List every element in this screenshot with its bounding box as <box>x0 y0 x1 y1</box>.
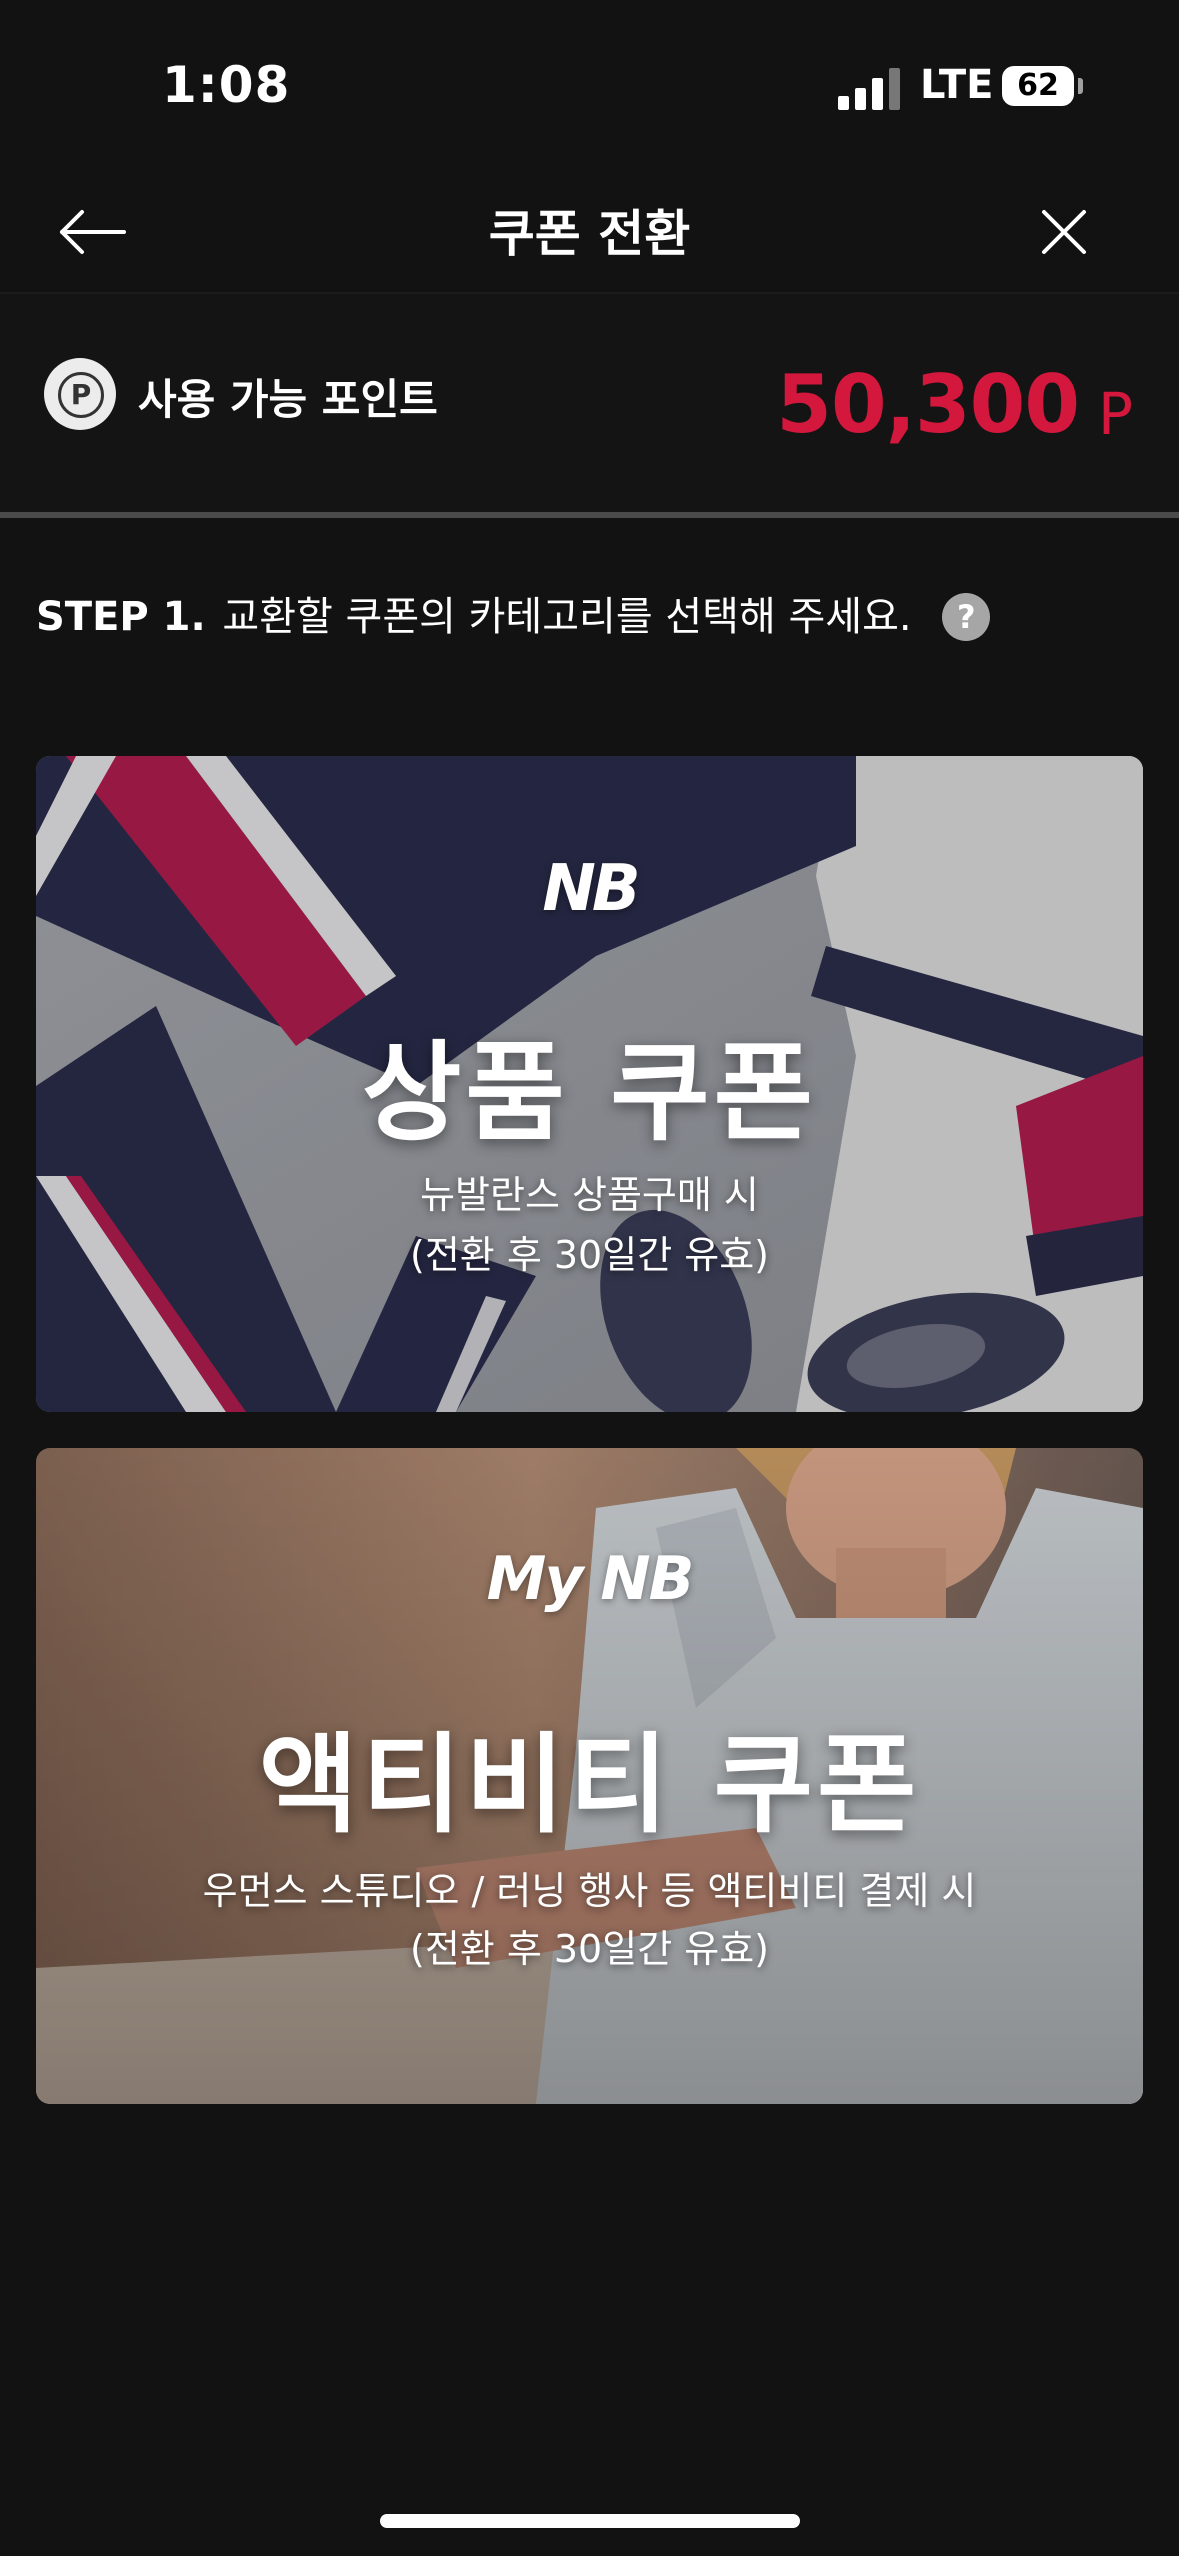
step-text: 교환할 쿠폰의 카테고리를 선택해 주세요. <box>222 594 912 640</box>
close-icon <box>1042 210 1086 254</box>
point-coin-letter: P <box>58 372 104 418</box>
coupon-desc-line2: (전환 후 30일간 유효) <box>410 1233 769 1277</box>
coupon-title: 액티비티 쿠폰 <box>258 1723 921 1848</box>
activity-coupon-card[interactable]: My NB 액티비티 쿠폰 우먼스 스튜디오 / 러닝 행사 등 액티비티 결제… <box>36 1448 1143 2104</box>
battery-nub <box>1078 78 1083 94</box>
point-coin-icon: P <box>44 358 116 430</box>
status-time: 1:08 <box>162 56 291 114</box>
available-points-row: P 사용 가능 포인트 50,300 P <box>0 294 1179 512</box>
status-bar: 1:08 LTE 62 <box>0 0 1179 170</box>
points-label: 사용 가능 포인트 <box>138 375 438 424</box>
battery-icon: 62 <box>1002 66 1074 106</box>
product-coupon-card[interactable]: NB 상품 쿠폰 뉴발란스 상품구매 시 (전환 후 30일간 유효) <box>36 756 1143 1412</box>
top-navigation-bar: 쿠폰 전환 <box>0 170 1179 292</box>
coupon-title: 상품 쿠폰 <box>361 1031 818 1156</box>
points-value: 50,300 <box>776 358 1080 451</box>
cellular-signal-icon <box>838 66 900 110</box>
home-indicator[interactable] <box>380 2514 800 2528</box>
close-button[interactable] <box>1024 192 1104 272</box>
network-type: LTE <box>920 62 994 108</box>
step-label: STEP 1. <box>36 594 206 640</box>
coupon-desc-line1: 우먼스 스튜디오 / 러닝 행사 등 액티비티 결제 시 <box>202 1869 977 1913</box>
section-divider <box>0 512 1179 518</box>
coupon-desc-line2: (전환 후 30일간 유효) <box>410 1927 769 1971</box>
step-instruction: STEP 1. 교환할 쿠폰의 카테고리를 선택해 주세요. ? <box>36 584 991 642</box>
points-unit: P <box>1098 380 1133 448</box>
coupon-desc-line1: 뉴발란스 상품구매 시 <box>420 1173 759 1217</box>
my-nb-logo: My NB <box>486 1544 695 1614</box>
page-title: 쿠폰 전환 <box>488 205 691 263</box>
help-icon[interactable]: ? <box>942 593 991 641</box>
new-balance-logo: NB <box>542 852 640 926</box>
